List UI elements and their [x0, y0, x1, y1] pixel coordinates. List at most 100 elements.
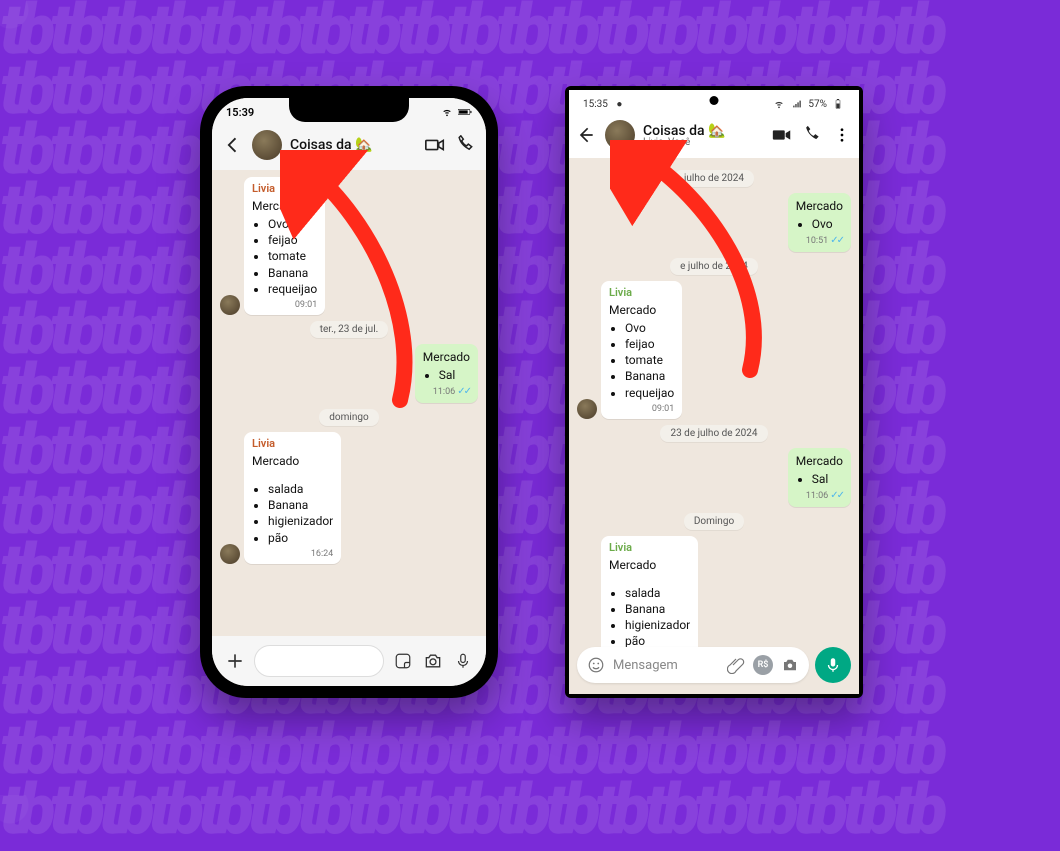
video-call-icon[interactable] [424, 134, 446, 156]
group-avatar[interactable] [252, 130, 282, 160]
android-message-input[interactable]: Mensagem R$ [577, 647, 809, 683]
date-divider: julho de 2024 [674, 170, 754, 187]
wifi-icon [440, 107, 454, 117]
voice-call-icon[interactable] [454, 134, 476, 156]
read-ticks-icon: ✓✓ [830, 490, 843, 501]
list-item: pão [268, 530, 333, 546]
message-bubble[interactable]: Mercado Ovo 10:51✓✓ [788, 193, 851, 252]
list-item: feijao [625, 336, 674, 352]
android-punch-hole [710, 96, 719, 105]
battery-icon [458, 107, 472, 117]
message-time: 16:24 [252, 548, 333, 560]
back-icon[interactable] [222, 134, 244, 156]
message-time: 09:01 [609, 403, 674, 415]
sender-avatar [220, 544, 240, 564]
battery-icon [831, 99, 845, 109]
iphone-screen: 15:39 Coisas da 🏡 LiviaMercadoOvofeijaot… [212, 98, 486, 686]
voice-call-icon[interactable] [801, 124, 823, 146]
android-input-bar: Mensagem R$ [569, 642, 859, 694]
message-list: saladaBananahigienizadorpão [258, 481, 333, 546]
list-item: requeijao [625, 385, 674, 401]
video-call-icon[interactable] [771, 124, 793, 146]
read-ticks-icon: ✓✓ [457, 386, 470, 397]
sender-avatar [220, 295, 240, 315]
message-bubble[interactable]: LiviaMercadoOvofeijaotomateBananarequeij… [244, 177, 325, 315]
message-in[interactable]: LiviaMercado OvofeijaotomateBananarequeij… [577, 281, 851, 419]
sender-name: Livia [609, 541, 690, 556]
list-item: Banana [625, 601, 690, 617]
message-title: Mercado [252, 198, 317, 214]
android-chat-header[interactable]: Coisas da 🏡 Livia, Você [569, 116, 859, 158]
list-item: salada [268, 481, 333, 497]
message-in[interactable]: LiviaMercadosaladaBananahigienizadorpão1… [220, 432, 478, 564]
back-icon[interactable] [575, 124, 597, 146]
message-out[interactable]: Mercado Sal 11:06✓✓ [220, 344, 478, 403]
android-chat-area[interactable]: julho de 2024 Mercado Ovo 10:51✓✓ e julho de… [569, 158, 859, 648]
list-item: higienizador [625, 617, 690, 633]
message-in[interactable]: LiviaMercadosaladaBananahigienizadorpão1… [577, 536, 851, 648]
android-device-frame: 15:35 ● 57% Coisas da 🏡 Livia, Você julh… [565, 86, 863, 698]
message-title: Mercado [609, 557, 690, 573]
message-list: Ovo [802, 216, 843, 232]
android-status-time: 15:35 [583, 99, 608, 110]
sticker-icon[interactable] [392, 650, 414, 672]
message-list: Sal [802, 471, 843, 487]
mic-icon[interactable] [452, 650, 474, 672]
ios-chat-header[interactable]: Coisas da 🏡 [212, 124, 486, 170]
message-list: saladaBananahigienizadorpão [615, 585, 690, 648]
list-item: higienizador [268, 513, 333, 529]
message-title: Mercado [609, 302, 674, 318]
message-out[interactable]: Mercado Ovo 10:51✓✓ [577, 193, 851, 252]
date-divider: e julho de 2024 [670, 258, 758, 275]
message-list: Sal [429, 367, 470, 383]
notification-dot-icon: ● [616, 99, 622, 110]
more-icon[interactable] [831, 124, 853, 146]
list-item: feijao [268, 232, 317, 248]
android-input-placeholder: Mensagem [613, 658, 719, 673]
signal-icon [790, 99, 804, 109]
message-out[interactable]: MercadoSal11:06✓✓ [577, 448, 851, 507]
message-title: Mercado [423, 349, 470, 365]
camera-icon[interactable] [422, 650, 444, 672]
message-bubble[interactable]: Mercado Sal 11:06✓✓ [415, 344, 478, 403]
ios-chat-area[interactable]: LiviaMercadoOvofeijaotomateBananarequeij… [212, 168, 486, 636]
message-bubble[interactable]: LiviaMercadosaladaBananahigienizadorpão1… [601, 536, 698, 648]
android-screen: 15:35 ● 57% Coisas da 🏡 Livia, Você julh… [569, 90, 859, 694]
attach-icon[interactable] [727, 656, 745, 674]
sender-name: Livia [252, 182, 317, 197]
ios-chat-title[interactable]: Coisas da 🏡 [290, 137, 372, 153]
read-ticks-icon: ✓✓ [830, 235, 843, 246]
mic-button[interactable] [815, 647, 851, 683]
message-bubble[interactable]: LiviaMercadosaladaBananahigienizadorpão1… [244, 432, 341, 564]
plus-icon[interactable] [224, 650, 246, 672]
group-avatar[interactable] [605, 120, 635, 150]
list-item: Ovo [268, 216, 317, 232]
sender-name: Livia [252, 437, 333, 452]
list-item: Ovo [625, 320, 674, 336]
payment-icon[interactable]: R$ [753, 655, 773, 675]
message-bubble[interactable]: LiviaMercado OvofeijaotomateBananarequeij… [601, 281, 682, 419]
message-title: Mercado [796, 198, 843, 214]
message-bubble[interactable]: MercadoSal11:06✓✓ [788, 448, 851, 507]
date-divider: ter., 23 de jul. [310, 321, 389, 338]
list-item: tomate [625, 352, 674, 368]
ios-message-input[interactable] [254, 645, 384, 677]
camera-icon[interactable] [781, 656, 799, 674]
message-in[interactable]: LiviaMercadoOvofeijaotomateBananarequeij… [220, 177, 478, 315]
sender-name: Livia [609, 286, 674, 301]
list-item: Banana [625, 368, 674, 384]
list-item: tomate [268, 248, 317, 264]
android-chat-title-block[interactable]: Coisas da 🏡 Livia, Você [643, 123, 725, 148]
date-divider: 23 de julho de 2024 [660, 425, 767, 442]
message-time: 11:06✓✓ [423, 385, 470, 399]
message-title: Mercado [796, 453, 843, 469]
list-item: requeijao [268, 281, 317, 297]
date-divider: domingo [319, 409, 378, 426]
list-item: Sal [439, 367, 470, 383]
emoji-icon[interactable] [587, 656, 605, 674]
message-time: 10:51✓✓ [796, 234, 843, 248]
message-time: 09:01 [252, 299, 317, 311]
list-item: salada [625, 585, 690, 601]
battery-text: 57% [808, 99, 827, 110]
sender-avatar [577, 399, 597, 419]
